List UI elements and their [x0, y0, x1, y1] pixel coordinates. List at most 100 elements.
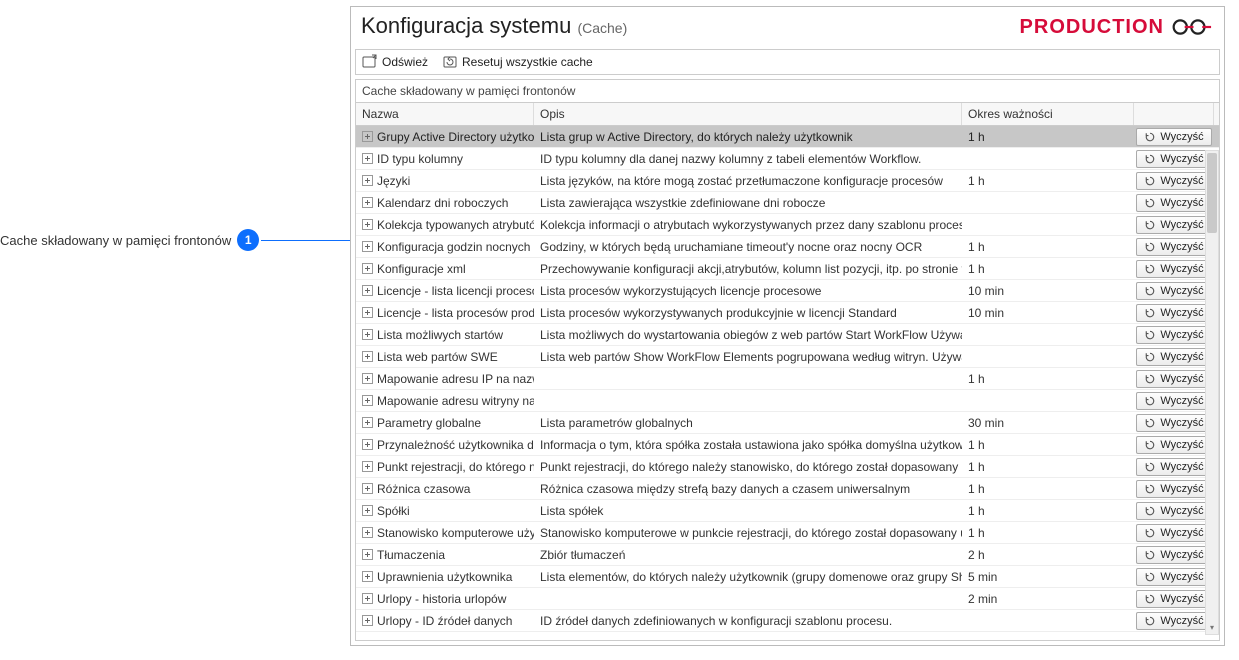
clear-button[interactable]: Wyczyść [1136, 392, 1212, 410]
clear-button[interactable]: Wyczyść [1136, 502, 1212, 520]
expand-icon[interactable] [362, 615, 373, 626]
scrollbar-down-arrow[interactable]: ▾ [1206, 620, 1218, 634]
table-row[interactable]: Urlopy - ID źródeł danychID źródeł danyc… [356, 610, 1219, 632]
cell-name: Różnica czasowa [356, 482, 534, 496]
expand-icon[interactable] [362, 241, 373, 252]
cell-validity: 2 min [962, 592, 1134, 606]
cell-desc: Lista zawierająca wszystkie zdefiniowane… [534, 196, 962, 210]
expand-icon[interactable] [362, 549, 373, 560]
clear-button[interactable]: Wyczyść [1136, 370, 1212, 388]
expand-icon[interactable] [362, 197, 373, 208]
col-header-desc[interactable]: Opis [534, 103, 962, 125]
table-row[interactable]: Urlopy - historia urlopów2 minWyczyść [356, 588, 1219, 610]
table-row[interactable]: Licencje - lista procesów produ..Lista p… [356, 302, 1219, 324]
reset-all-button[interactable]: Resetuj wszystkie cache [442, 54, 593, 70]
table-row[interactable]: Lista możliwych startówLista możliwych d… [356, 324, 1219, 346]
cell-validity: 5 min [962, 570, 1134, 584]
clear-button[interactable]: Wyczyść [1136, 348, 1212, 366]
table-row[interactable]: Parametry globalneLista parametrów globa… [356, 412, 1219, 434]
cell-action: Wyczyść [1134, 524, 1214, 542]
grid-body[interactable]: Grupy Active Directory użytko..Lista gru… [356, 126, 1219, 640]
table-row[interactable]: Lista web partów SWELista web partów Sho… [356, 346, 1219, 368]
clear-button[interactable]: Wyczyść [1136, 216, 1212, 234]
expand-icon[interactable] [362, 285, 373, 296]
table-row[interactable]: Różnica czasowaRóżnica czasowa między st… [356, 478, 1219, 500]
clear-button[interactable]: Wyczyść [1136, 326, 1212, 344]
table-row[interactable]: Kolekcja typowanych atrybutówKolekcja in… [356, 214, 1219, 236]
clear-button[interactable]: Wyczyść [1136, 150, 1212, 168]
vertical-scrollbar[interactable]: ▾ [1205, 150, 1219, 635]
recycle-icon [1144, 549, 1156, 561]
clear-button[interactable]: Wyczyść [1136, 546, 1212, 564]
clear-button[interactable]: Wyczyść [1136, 194, 1212, 212]
clear-button[interactable]: Wyczyść [1136, 612, 1212, 630]
clear-button[interactable]: Wyczyść [1136, 414, 1212, 432]
refresh-button[interactable]: Odśwież [362, 54, 428, 70]
cell-name-text: Urlopy - ID źródeł danych [377, 614, 512, 628]
expand-icon[interactable] [362, 307, 373, 318]
table-row[interactable]: Mapowanie adresu witryny na ..Wyczyść [356, 390, 1219, 412]
expand-icon[interactable] [362, 439, 373, 450]
expand-icon[interactable] [362, 219, 373, 230]
clear-button-label: Wyczyść [1160, 263, 1203, 275]
cell-action: Wyczyść [1134, 304, 1214, 322]
expand-icon[interactable] [362, 263, 373, 274]
cell-validity: 10 min [962, 284, 1134, 298]
expand-icon[interactable] [362, 175, 373, 186]
table-row[interactable]: Grupy Active Directory użytko..Lista gru… [356, 126, 1219, 148]
table-row[interactable]: SpółkiLista spółek1 hWyczyść [356, 500, 1219, 522]
clear-button[interactable]: Wyczyść [1136, 304, 1212, 322]
cell-name: Kalendarz dni roboczych [356, 196, 534, 210]
table-row[interactable]: Przynależność użytkownika do ..Informacj… [356, 434, 1219, 456]
scrollbar-thumb[interactable] [1207, 153, 1217, 233]
expand-icon[interactable] [362, 395, 373, 406]
cell-name: Mapowanie adresu IP na nazw.. [356, 372, 534, 386]
expand-icon[interactable] [362, 593, 373, 604]
expand-icon[interactable] [362, 153, 373, 164]
expand-icon[interactable] [362, 505, 373, 516]
clear-button[interactable]: Wyczyść [1136, 590, 1212, 608]
clear-button[interactable]: Wyczyść [1136, 436, 1212, 454]
expand-icon[interactable] [362, 461, 373, 472]
table-row[interactable]: TłumaczeniaZbiór tłumaczeń2 hWyczyść [356, 544, 1219, 566]
clear-button[interactable]: Wyczyść [1136, 238, 1212, 256]
table-row[interactable]: Uprawnienia użytkownikaLista elementów, … [356, 566, 1219, 588]
cell-desc: Stanowisko komputerowe w punkcie rejestr… [534, 526, 962, 540]
col-header-validity[interactable]: Okres ważności [962, 103, 1134, 125]
expand-icon[interactable] [362, 527, 373, 538]
expand-icon[interactable] [362, 131, 373, 142]
cell-action: Wyczyść [1134, 502, 1214, 520]
clear-button[interactable]: Wyczyść [1136, 282, 1212, 300]
cell-action: Wyczyść [1134, 612, 1214, 630]
clear-button[interactable]: Wyczyść [1136, 128, 1212, 146]
clear-button[interactable]: Wyczyść [1136, 260, 1212, 278]
cell-name-text: Lista możliwych startów [377, 328, 503, 342]
table-row[interactable]: Kalendarz dni roboczychLista zawierająca… [356, 192, 1219, 214]
expand-icon[interactable] [362, 483, 373, 494]
table-row[interactable]: JęzykiLista języków, na które mogą zosta… [356, 170, 1219, 192]
col-header-name[interactable]: Nazwa [356, 103, 534, 125]
table-row[interactable]: Licencje - lista licencji proceso..Lista… [356, 280, 1219, 302]
table-row[interactable]: Konfiguracje xmlPrzechowywanie konfigura… [356, 258, 1219, 280]
table-row[interactable]: Mapowanie adresu IP na nazw..1 hWyczyść [356, 368, 1219, 390]
expand-icon[interactable] [362, 329, 373, 340]
clear-button[interactable]: Wyczyść [1136, 172, 1212, 190]
clear-button-label: Wyczyść [1160, 439, 1203, 451]
table-row[interactable]: ID typu kolumnyID typu kolumny dla danej… [356, 148, 1219, 170]
cell-desc: Godziny, w których będą uruchamiane time… [534, 240, 962, 254]
expand-icon[interactable] [362, 417, 373, 428]
clear-button-label: Wyczyść [1160, 351, 1203, 363]
recycle-icon [1144, 571, 1156, 583]
clear-button[interactable]: Wyczyść [1136, 480, 1212, 498]
clear-button[interactable]: Wyczyść [1136, 568, 1212, 586]
table-row[interactable]: Punkt rejestracji, do którego n..Punkt r… [356, 456, 1219, 478]
clear-button[interactable]: Wyczyść [1136, 458, 1212, 476]
expand-icon[interactable] [362, 571, 373, 582]
table-row[interactable]: Konfiguracja godzin nocnychGodziny, w kt… [356, 236, 1219, 258]
cell-desc: Lista parametrów globalnych [534, 416, 962, 430]
cell-action: Wyczyść [1134, 480, 1214, 498]
clear-button[interactable]: Wyczyść [1136, 524, 1212, 542]
table-row[interactable]: Stanowisko komputerowe użyt..Stanowisko … [356, 522, 1219, 544]
expand-icon[interactable] [362, 351, 373, 362]
expand-icon[interactable] [362, 373, 373, 384]
